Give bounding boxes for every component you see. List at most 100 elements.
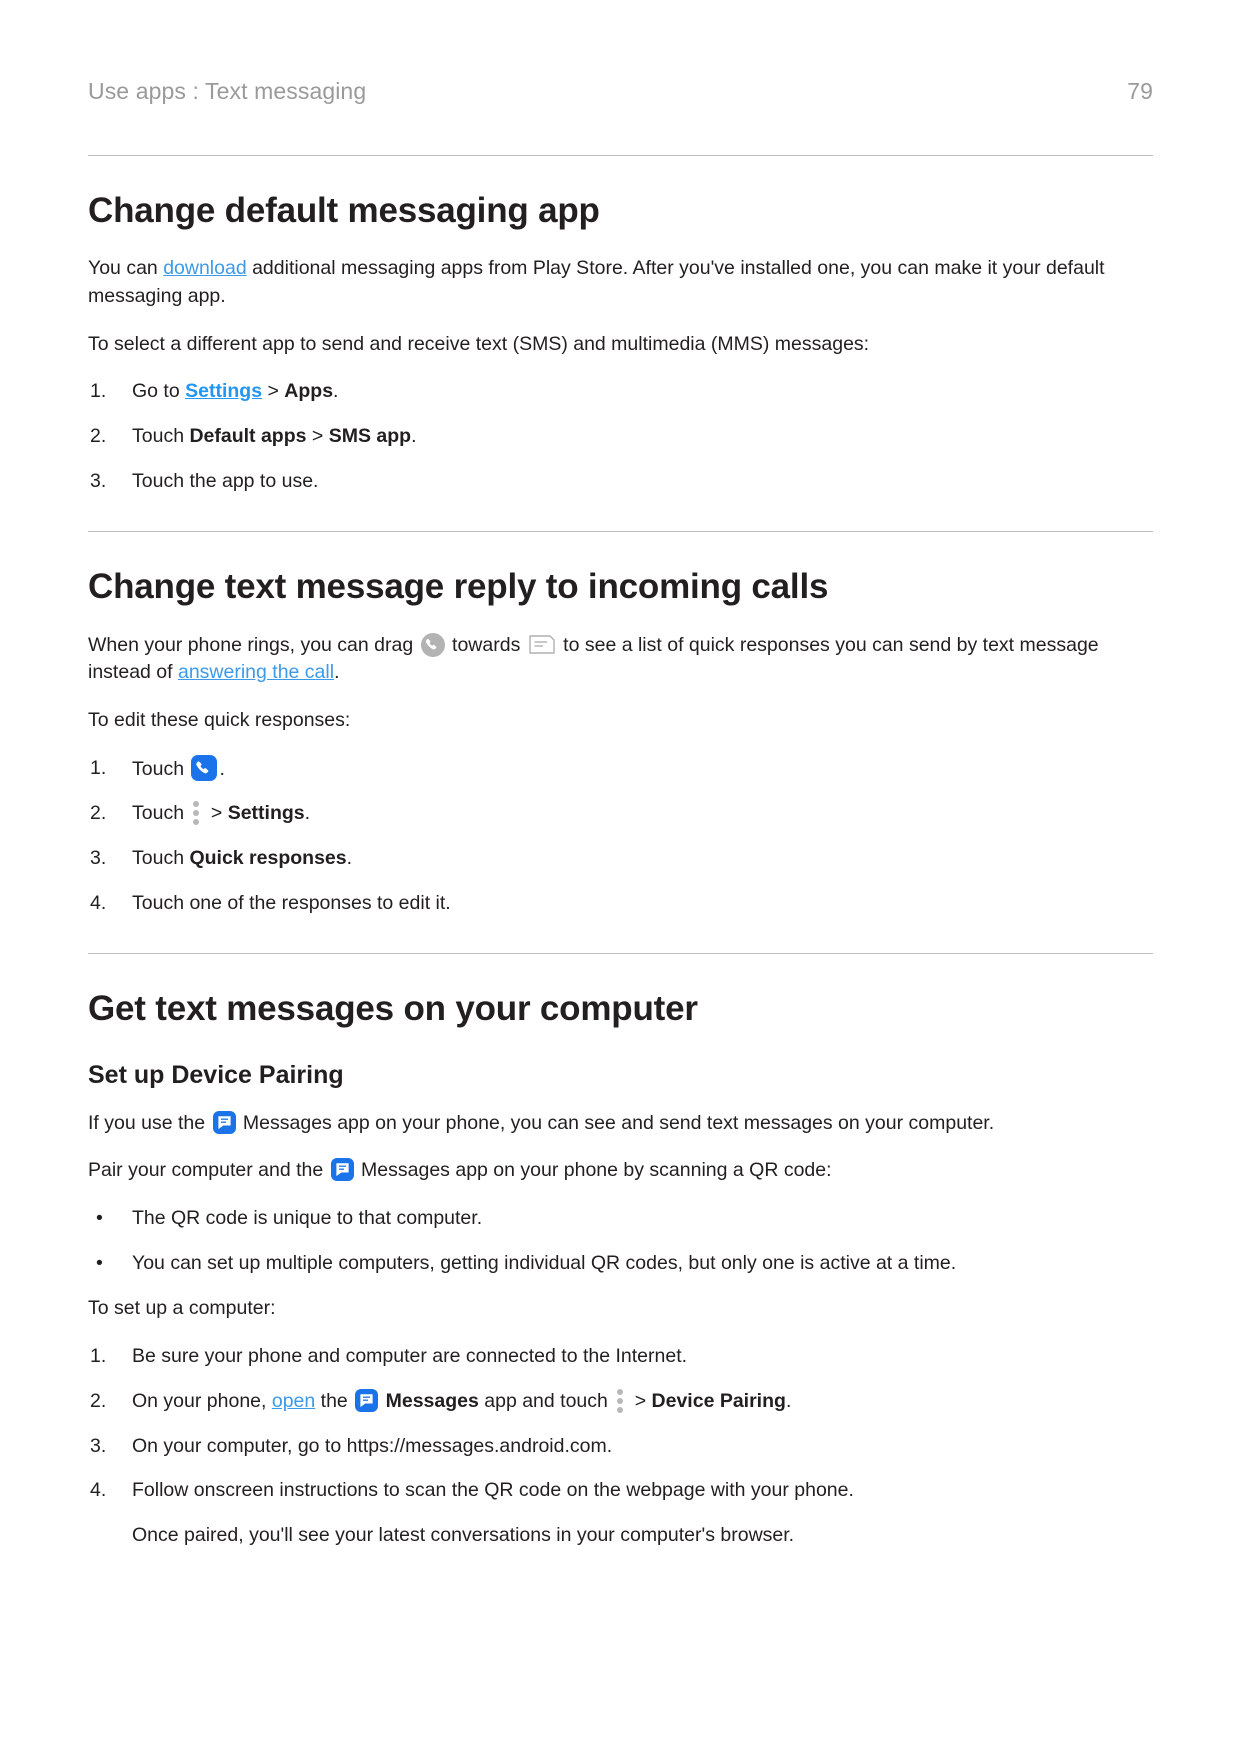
subsection-heading-set-up-device-pairing: Set up Device Pairing: [88, 1060, 344, 1089]
step-marker: 3.: [90, 469, 107, 492]
text-fragment: the: [315, 1389, 354, 1412]
section-divider-2: [88, 953, 1153, 955]
step-marker: 1.: [90, 380, 107, 403]
text-fragment: >: [262, 380, 285, 403]
text-fragment: Touch: [132, 802, 190, 825]
bullet-marker: •: [96, 1207, 103, 1230]
text-fragment: .: [346, 847, 353, 870]
text-fragment: You can: [88, 257, 164, 280]
emphasis-default-apps: Default apps: [189, 425, 307, 447]
step-marker: 1.: [90, 756, 107, 779]
paragraph-edit-quick-responses: To edit these quick responses:: [88, 709, 351, 731]
text-fragment: Touch the app to use.: [132, 469, 319, 492]
paragraph-messages-app-intro: If you use the Messages app on your phon…: [88, 1110, 1153, 1138]
text-fragment: Touch one of the responses to edit it.: [132, 891, 451, 914]
paragraph-to-set-up-a-computer: To set up a computer:: [88, 1297, 276, 1320]
text-fragment: .: [304, 802, 311, 825]
step-marker: 2.: [90, 802, 107, 825]
paragraph-pair-computer: Pair your computer and the Messages app …: [88, 1157, 1153, 1185]
emphasis-quick-responses: Quick responses: [189, 847, 347, 870]
list-item: 1. Go to Settings > Apps.: [88, 378, 1153, 406]
text-fragment: On your computer, go to https://messages…: [132, 1434, 613, 1457]
text-fragment: .: [785, 1389, 792, 1412]
list-item: 4. Follow onscreen instructions to scan t…: [88, 1477, 1153, 1549]
step-marker: 4.: [90, 891, 107, 914]
list-item: • The QR code is unique to that computer.: [88, 1205, 1153, 1233]
list-item: 3. On your computer, go to https://messag…: [88, 1433, 1153, 1461]
text-fragment: Messages app on your phone by scanning a…: [355, 1159, 832, 1182]
step-marker: 3.: [90, 1434, 107, 1457]
list-item: • You can set up multiple computers, gett…: [88, 1250, 1153, 1278]
text-fragment: You can set up multiple computers, getti…: [132, 1251, 957, 1274]
document-page: Use apps : Text messaging 79 Change defa…: [0, 0, 1241, 1754]
overflow-menu-icon: [616, 1388, 624, 1413]
messages-app-icon: [330, 1158, 354, 1182]
link-open[interactable]: open: [272, 1390, 315, 1412]
text-fragment: Touch: [132, 425, 190, 447]
text-fragment: If you use the: [88, 1111, 211, 1134]
overflow-menu-icon: [192, 801, 200, 826]
text-fragment: .: [411, 425, 417, 447]
step-marker: 2.: [90, 1389, 107, 1412]
phone-grey-icon: [420, 632, 445, 657]
section-heading-change-text-message-reply: Change text message reply to incoming ca…: [88, 567, 829, 607]
step-marker: 1.: [90, 1345, 107, 1368]
emphasis-messages: Messages: [385, 1389, 479, 1412]
list-item: 3. Touch Quick responses.: [88, 845, 1153, 873]
section-heading-change-default-messaging-app: Change default messaging app: [88, 191, 600, 230]
paragraph-download-intro: You can download additional messaging ap…: [88, 255, 1153, 310]
paragraph-select-different-app: To select a different app to send and re…: [88, 332, 870, 355]
text-fragment: app and touch: [478, 1389, 614, 1412]
emphasis-apps: Apps: [284, 380, 334, 403]
text-fragment: On your phone,: [132, 1389, 272, 1412]
text-fragment: >: [629, 1389, 652, 1412]
page-number: 79: [1127, 78, 1153, 104]
messages-app-icon: [212, 1110, 236, 1134]
closing-note: Once paired, you'll see your latest conv…: [132, 1523, 795, 1546]
step-marker: 4.: [90, 1479, 107, 1502]
list-item: 2. Touch > Settings.: [88, 800, 1153, 828]
link-answering-the-call[interactable]: answering the call: [178, 661, 334, 683]
phone-app-blue-icon: [191, 754, 218, 781]
message-outline-icon: [529, 634, 555, 654]
text-fragment: towards: [446, 633, 526, 656]
text-fragment: >: [205, 802, 228, 825]
text-fragment: Go to: [132, 380, 186, 403]
text-fragment: The QR code is unique to that computer.: [132, 1207, 483, 1230]
breadcrumb: Use apps : Text messaging: [88, 78, 367, 104]
list-item: 1. Be sure your phone and computer are co…: [88, 1343, 1153, 1371]
text-fragment: Be sure your phone and computer are conn…: [132, 1345, 688, 1368]
step-marker: 2.: [90, 425, 107, 447]
list-item: 1. Touch .: [88, 754, 1153, 784]
bullet-marker: •: [96, 1251, 103, 1274]
steps-change-text-message-reply: 1. Touch . 2. Touch > Settings. 3. Touch Qu…: [88, 754, 1153, 918]
text-fragment: .: [333, 380, 339, 403]
text-fragment: Messages app on your phone, you can see …: [237, 1111, 995, 1134]
emphasis-sms-app: SMS app: [328, 425, 412, 447]
header-divider: [88, 155, 1153, 156]
steps-change-default-messaging-app: 1. Go to Settings > Apps. 2. Touch Default…: [88, 378, 1153, 495]
text-fragment: Pair your computer and the: [88, 1159, 329, 1182]
link-settings[interactable]: Settings: [185, 380, 262, 402]
paragraph-drag-to-reply: When your phone rings, you can drag towa…: [88, 632, 1153, 687]
section-divider-1: [88, 531, 1153, 533]
text-fragment: .: [334, 661, 340, 684]
steps-set-up-device-pairing: 1. Be sure your phone and computer are co…: [88, 1343, 1153, 1549]
list-item: 2. Touch Default apps > SMS app.: [88, 423, 1153, 451]
text-fragment: Follow onscreen instructions to scan the…: [132, 1479, 854, 1502]
list-item: 3. Touch the app to use.: [88, 468, 1153, 496]
link-download[interactable]: download: [163, 257, 246, 279]
messages-app-icon: [355, 1388, 379, 1412]
text-fragment: Touch: [132, 847, 190, 870]
text-fragment: Touch: [132, 757, 190, 780]
running-header: Use apps : Text messaging 79: [88, 78, 1153, 105]
emphasis-settings: Settings: [227, 802, 305, 825]
list-item: 4. Touch one of the responses to edit it.: [88, 890, 1153, 918]
bullets-qr-code-notes: • The QR code is unique to that computer.…: [88, 1205, 1153, 1277]
text-fragment: When your phone rings, you can drag: [88, 633, 419, 656]
text-fragment: >: [306, 425, 329, 447]
emphasis-device-pairing: Device Pairing: [651, 1389, 786, 1412]
step-marker: 3.: [90, 847, 107, 870]
text-fragment: .: [219, 757, 225, 780]
list-item: 2. On your phone, open the Messages app a…: [88, 1388, 1153, 1416]
